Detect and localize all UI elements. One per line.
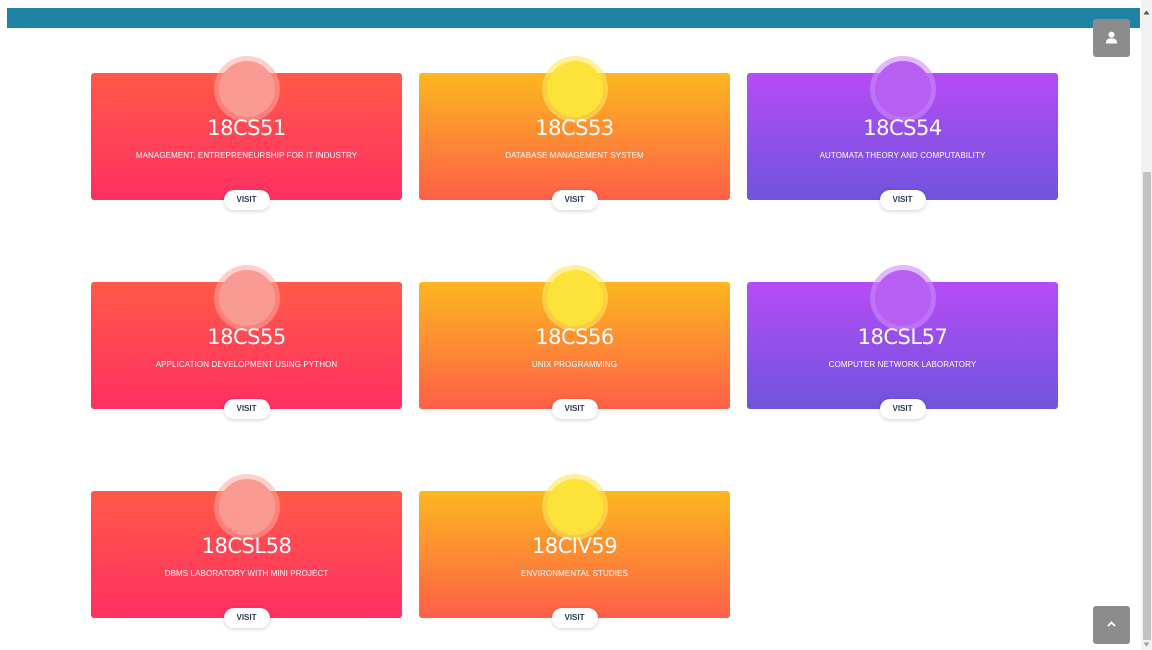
back-to-top-button[interactable]: [1093, 606, 1130, 644]
course-subject: ENVIRONMENTAL STUDIES: [520, 569, 628, 578]
visit-button[interactable]: VISIT: [223, 608, 270, 628]
course-code: 18CS56: [535, 325, 614, 349]
course-card-18cs53: 18CS53 DATABASE MANAGEMENT SYSTEM VISIT: [419, 61, 730, 210]
course-card-18cs51: 18CS51 MANAGEMENT, ENTREPRENEURSHIP FOR …: [91, 61, 402, 210]
course-code: 18CIV59: [531, 534, 618, 558]
course-subject: UNIX PROGRAMMING: [531, 360, 618, 369]
course-code: 18CSL58: [201, 534, 292, 558]
course-subject: DATABASE MANAGEMENT SYSTEM: [505, 151, 644, 160]
course-code: 18CS53: [535, 116, 614, 140]
profile-button[interactable]: [1093, 19, 1130, 57]
top-banner: [7, 8, 1140, 28]
course-code: 18CSL57: [857, 325, 948, 349]
visit-button[interactable]: VISIT: [551, 190, 598, 210]
course-card-18cs54: 18CS54 AUTOMATA THEORY AND COMPUTABILITY…: [747, 61, 1058, 210]
visit-button[interactable]: VISIT: [879, 190, 926, 210]
course-card-18csl57: 18CSL57 COMPUTER NETWORK LABORATORY VISI…: [747, 270, 1058, 419]
course-circle-icon: [218, 479, 275, 535]
course-subject: AUTOMATA THEORY AND COMPUTABILITY: [819, 151, 986, 160]
scroll-down-arrow-icon[interactable]: [1143, 642, 1150, 647]
course-card-18cs56: 18CS56 UNIX PROGRAMMING VISIT: [419, 270, 730, 419]
course-circle-icon: [546, 479, 603, 535]
course-circle-icon: [874, 61, 931, 117]
scrollbar-thumb[interactable]: [1143, 172, 1151, 640]
scroll-up-arrow-icon[interactable]: [1143, 10, 1150, 15]
course-circle-icon: [546, 61, 603, 117]
visit-button[interactable]: VISIT: [551, 608, 598, 628]
course-circle-icon: [874, 270, 931, 326]
course-subject: MANAGEMENT, ENTREPRENEURSHIP FOR IT INDU…: [135, 151, 358, 160]
course-code: 18CS54: [863, 116, 942, 140]
course-card-18cs55: 18CS55 APPLICATION DEVELOPMENT USING PYT…: [91, 270, 402, 419]
chevron-up-icon: [1107, 621, 1116, 627]
course-card-18civ59: 18CIV59 ENVIRONMENTAL STUDIES VISIT: [419, 479, 730, 628]
course-card-18csl58: 18CSL58 DBMS LABORATORY WITH MINI PROJEC…: [91, 479, 402, 628]
course-code: 18CS55: [207, 325, 286, 349]
course-circle-icon: [218, 270, 275, 326]
visit-button[interactable]: VISIT: [879, 399, 926, 419]
course-code: 18CS51: [207, 116, 286, 140]
course-subject: APPLICATION DEVELOPMENT USING PYTHON: [155, 360, 338, 369]
course-subject: COMPUTER NETWORK LABORATORY: [828, 360, 977, 369]
visit-button[interactable]: VISIT: [223, 399, 270, 419]
visit-button[interactable]: VISIT: [223, 190, 270, 210]
user-icon: [1105, 31, 1118, 44]
visit-button[interactable]: VISIT: [551, 399, 598, 419]
course-subject: DBMS LABORATORY WITH MINI PROJECT: [164, 569, 329, 578]
course-circle-icon: [546, 270, 603, 326]
course-circle-icon: [218, 61, 275, 117]
